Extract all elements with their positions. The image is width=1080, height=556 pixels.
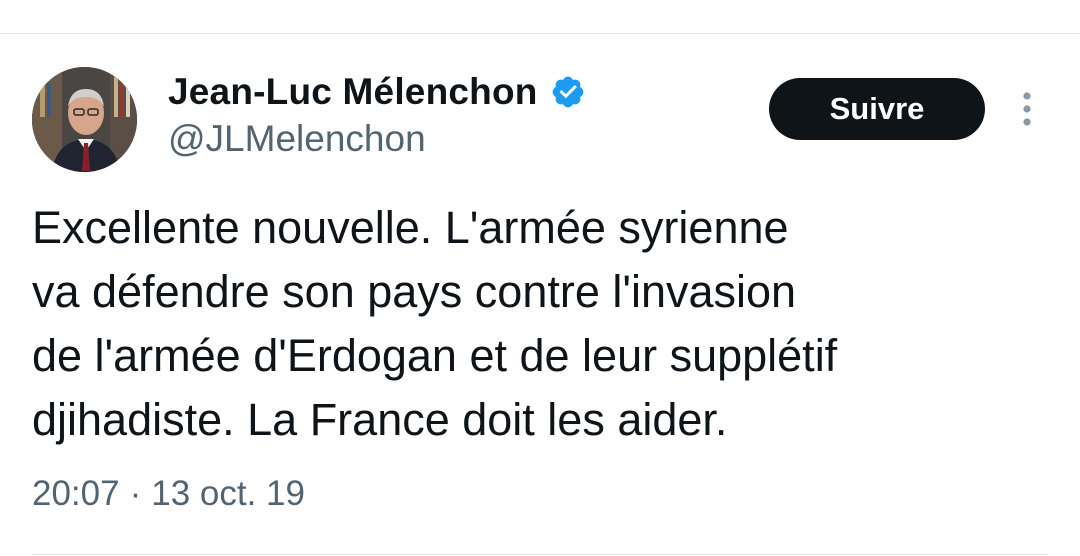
author-display-name[interactable]: Jean-Luc Mélenchon [168, 71, 538, 113]
verified-badge-icon [552, 76, 583, 108]
tweet-timestamp[interactable]: 20:07 · 13 oct. 19 [32, 474, 305, 514]
author-handle[interactable]: @JLMelenchon [168, 118, 426, 160]
profile-photo [32, 67, 137, 172]
avatar[interactable] [32, 67, 137, 172]
tweet-text-line: va défendre son pays contre l'invasion [32, 266, 797, 317]
author-name-row[interactable]: Jean-Luc Mélenchon [168, 70, 586, 114]
top-divider [0, 33, 1080, 34]
timestamp-separator: · [129, 474, 142, 513]
bottom-divider [32, 554, 1048, 555]
tweet-text-line: djihadiste. La France doit les aider. [32, 394, 728, 445]
more-options-icon[interactable] [1012, 90, 1042, 130]
tweet-text: Excellente nouvelle. L'armée syrienne va… [32, 196, 1022, 452]
tweet-date[interactable]: 13 oct. 19 [151, 474, 305, 514]
follow-button[interactable]: Suivre [769, 78, 985, 140]
tweet-time[interactable]: 20:07 [32, 474, 120, 514]
tweet-text-line: Excellente nouvelle. L'armée syrienne [32, 202, 789, 253]
tweet-text-line: de l'armée d'Erdogan et de leur suppléti… [32, 330, 838, 381]
